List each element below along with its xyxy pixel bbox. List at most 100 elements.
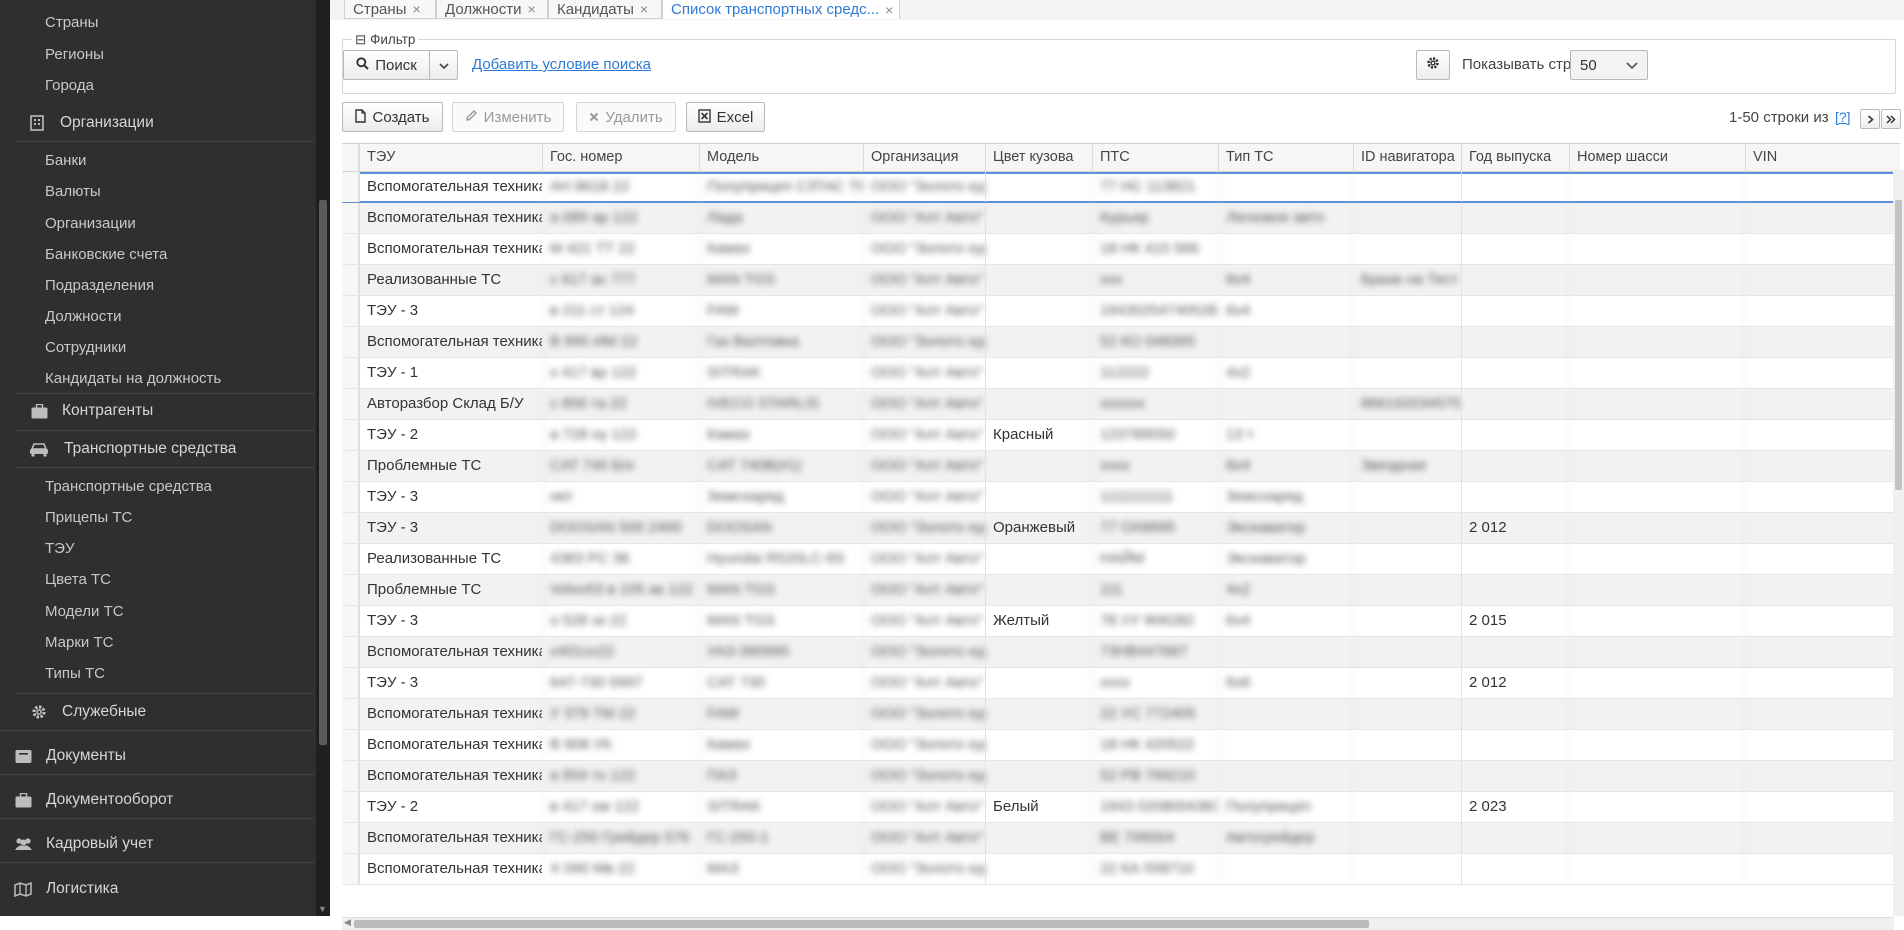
search-dropdown-button[interactable] [429, 50, 458, 80]
row-selector[interactable] [342, 265, 359, 295]
row-selector[interactable] [342, 761, 359, 791]
table-row[interactable]: ТЭУ - 3 DOOSAN 500 2400 DOOSAN ООО "Золото … [342, 513, 1900, 544]
table-horizontal-scrollbar[interactable]: ◀ [342, 917, 1894, 930]
rows-per-page-select[interactable]: 50 [1570, 50, 1648, 80]
row-selector[interactable] [342, 234, 359, 264]
row-selector[interactable] [342, 420, 359, 450]
tab-candidates[interactable]: Кандидаты × [548, 0, 662, 19]
row-selector[interactable] [342, 451, 359, 481]
row-selector[interactable] [342, 854, 359, 884]
next-page-button[interactable] [1860, 109, 1880, 129]
column-header[interactable]: Цвет кузова [985, 144, 1092, 171]
table-row[interactable]: Вспомогательная техника У 379 ТМ 22 FAW ООО… [342, 699, 1900, 730]
row-selector[interactable] [342, 327, 359, 357]
column-header[interactable]: Номер шасси [1569, 144, 1745, 171]
table-row[interactable]: Вспомогательная техника а 954 тх 122 ПАЗ ОО… [342, 761, 1900, 792]
close-icon[interactable]: × [528, 1, 536, 17]
table-row[interactable]: Вспомогательная техника Х 090 Мв 22 MAЗ ООО… [342, 854, 1900, 885]
sidebar-item[interactable]: Прицепы ТС [45, 509, 132, 526]
column-header[interactable]: ПТС [1092, 144, 1218, 171]
sidebar-item[interactable]: Города [45, 77, 94, 94]
sidebar-item[interactable]: Транспортные средства [45, 478, 212, 495]
create-button[interactable]: Создать [342, 102, 443, 132]
scrollbar-thumb[interactable] [319, 200, 327, 745]
row-selector[interactable] [342, 296, 359, 326]
row-selector[interactable] [342, 637, 359, 667]
row-selector[interactable] [342, 730, 359, 760]
row-selector[interactable] [342, 606, 359, 636]
row-selector[interactable] [342, 544, 359, 574]
sidebar-item[interactable]: Сотрудники [45, 339, 126, 356]
table-row[interactable]: ТЭУ - 3о 528 хк 22 MAN TGS ООО "Алт Авто" Ж… [342, 606, 1900, 637]
sidebar-item[interactable]: Регионы [45, 46, 104, 63]
sidebar-item[interactable]: Подразделения [45, 277, 154, 294]
close-icon[interactable]: × [412, 1, 420, 17]
table-row[interactable]: Вспомогательная техника В 908 УК Камаз ООО … [342, 730, 1900, 761]
scrollbar-thumb[interactable] [354, 920, 1369, 928]
column-header[interactable]: Год выпуска [1461, 144, 1569, 171]
scroll-left-arrow-icon[interactable]: ◀ [344, 917, 351, 928]
column-header[interactable]: VIN [1745, 144, 1900, 171]
close-icon[interactable]: × [640, 1, 648, 17]
table-row[interactable]: Вспомогательная техника х401хх22 УАЗ-39099… [342, 637, 1900, 668]
row-selector[interactable] [342, 203, 359, 233]
nav-section-documents[interactable]: Документы [0, 738, 314, 774]
excel-export-button[interactable]: Excel [686, 102, 765, 132]
table-row[interactable]: ТЭУ - 3 нет Земснаряд ООО "Алт Авто" 1111111… [342, 482, 1900, 513]
close-icon[interactable]: × [885, 2, 893, 18]
table-row[interactable]: ТЭУ - 2в 417 ом 122 SITRAK ООО "Алт Авто" Б… [342, 792, 1900, 823]
row-selector[interactable] [342, 513, 359, 543]
table-row[interactable]: ТЭУ - 3 647-730 5997 CAT 730 ООО "Алт Авто"… [342, 668, 1900, 699]
table-row[interactable]: Проблемные ТС Volvo53 в 105 ак 122 MAN TGS… [342, 575, 1900, 606]
sidebar-scrollbar[interactable]: ▼ [316, 0, 330, 916]
column-header[interactable]: Модель [699, 144, 863, 171]
search-button[interactable]: Поиск [343, 50, 430, 80]
row-selector[interactable] [342, 668, 359, 698]
table-row[interactable]: Авторазбор Склад Б/У с 856 та 22 IVECO STA… [342, 389, 1900, 420]
sidebar-item[interactable]: Цвета ТС [45, 571, 111, 588]
table-row[interactable]: ТЭУ - 3в 211 ст 124 FAW ООО "Алт Авто" 1643… [342, 296, 1900, 327]
nav-section-contractors[interactable]: Контрагенты [0, 393, 314, 429]
sidebar-item[interactable]: Организации [45, 215, 136, 232]
row-selector[interactable] [342, 389, 359, 419]
row-selector[interactable] [342, 575, 359, 605]
row-selector[interactable] [342, 482, 359, 512]
scrollbar-thumb[interactable] [1895, 200, 1902, 490]
table-row[interactable]: ТЭУ - 2а 728 ну 122 Камаз ООО "Алт Авто" Кр… [342, 420, 1900, 451]
scroll-down-arrow-icon[interactable]: ▼ [318, 904, 327, 914]
sidebar-item[interactable]: Валюты [45, 183, 101, 200]
sidebar-item[interactable]: Кандидаты на должность [45, 370, 221, 387]
nav-section-vehicles[interactable]: Транспортные средства [0, 431, 314, 467]
table-row[interactable]: Проблемные ТС CAT 740 Б/н CAT 740B(#1) ООО … [342, 451, 1900, 482]
row-selector[interactable] [342, 699, 359, 729]
table-row[interactable]: Вспомогательная техника М 421 ТТ 22 Камаз О… [342, 234, 1900, 265]
table-row[interactable]: Вспомогательная техника АН 8618 22 Полупри… [342, 172, 1900, 203]
row-selector[interactable] [342, 823, 359, 853]
delete-button[interactable]: Удалить [576, 102, 676, 132]
column-header[interactable]: ID навигатора [1353, 144, 1461, 171]
sidebar-item[interactable]: Страны [45, 14, 98, 31]
sidebar-item[interactable]: Модели ТС [45, 603, 124, 620]
edit-button[interactable]: Изменить [452, 102, 564, 132]
column-header[interactable]: Организация [863, 144, 985, 171]
row-selector[interactable] [342, 792, 359, 822]
nav-section-organizations[interactable]: Организации [0, 105, 314, 141]
filter-legend[interactable]: ⊟ Фильтр [352, 32, 419, 48]
sidebar-item[interactable]: Банки [45, 152, 86, 169]
tab-positions[interactable]: Должности × [436, 0, 548, 19]
last-page-button[interactable] [1881, 109, 1901, 129]
collapse-toggle-icon[interactable]: ⊟ [355, 32, 366, 47]
sidebar-item[interactable]: Марки ТС [45, 634, 113, 651]
row-selector[interactable] [342, 172, 359, 202]
column-header[interactable]: ТЭУ [359, 144, 542, 171]
table-row[interactable]: ТЭУ - 1х 417 вр 122 SITRAK ООО "Алт Авто" 1… [342, 358, 1900, 389]
column-header[interactable]: Тип ТС [1218, 144, 1353, 171]
tab-vehicle-list[interactable]: Список транспортных средс... × [662, 0, 900, 19]
row-selector[interactable] [342, 358, 359, 388]
sidebar-item[interactable]: Типы ТС [45, 665, 105, 682]
tab-countries[interactable]: Страны × [344, 0, 436, 19]
table-row[interactable]: Реализованные ТС с 617 ас 777 MAN TGS ООО "… [342, 265, 1900, 296]
sidebar-item[interactable]: ТЭУ [45, 540, 74, 557]
pager-help-link[interactable]: [?] [1835, 109, 1851, 125]
table-row[interactable]: Реализованные ТС 4383 РС 38 Hyundai R520LC… [342, 544, 1900, 575]
